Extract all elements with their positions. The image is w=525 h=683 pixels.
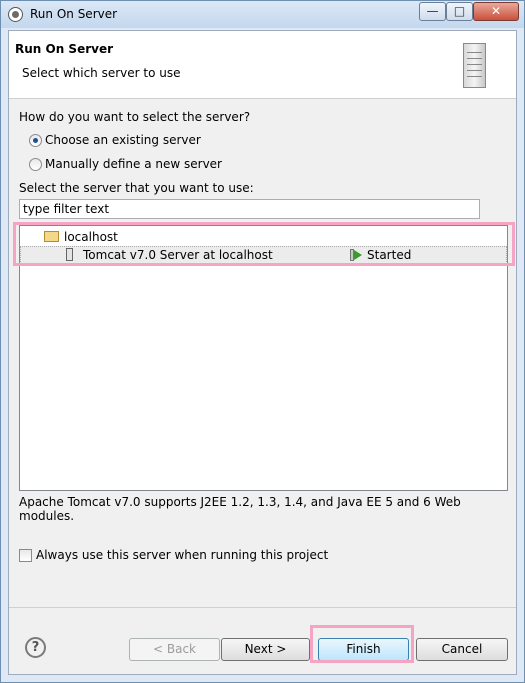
tree-node-localhost[interactable]: localhost (20, 228, 507, 246)
maximize-button[interactable]: □ (446, 2, 473, 21)
eclipse-app-icon (8, 7, 23, 22)
always-use-checkbox[interactable] (19, 549, 32, 562)
banner-title: Run On Server (15, 42, 114, 56)
run-on-server-dialog: Run On Server — □ ✕ Run On Server Select… (0, 0, 525, 683)
server-select-label: Select the server that you want to use: (19, 181, 254, 195)
help-icon[interactable]: ? (25, 637, 46, 658)
next-button[interactable]: Next > (221, 638, 310, 661)
title-bar[interactable]: Run On Server — □ ✕ (1, 1, 524, 28)
server-state: Started (367, 248, 412, 262)
server-banner-icon (463, 43, 486, 88)
back-button[interactable]: < Back (129, 638, 220, 661)
button-separator (9, 607, 516, 608)
host-label: localhost (64, 230, 118, 244)
choose-existing-label[interactable]: Choose an existing server (45, 133, 201, 147)
server-name: Tomcat v7.0 Server at localhost (83, 248, 273, 262)
manually-define-radio[interactable] (29, 158, 42, 171)
server-icon (66, 248, 73, 261)
dialog-body: Run On Server Select which server to use… (8, 30, 517, 675)
close-button[interactable]: ✕ (473, 2, 519, 21)
cancel-button[interactable]: Cancel (416, 638, 508, 661)
filter-input[interactable]: type filter text (19, 199, 480, 219)
finish-button[interactable]: Finish (318, 638, 409, 661)
minimize-button[interactable]: — (419, 2, 446, 21)
server-tree[interactable]: localhost Tomcat v7.0 Server at localhos… (19, 225, 508, 491)
always-use-label[interactable]: Always use this server when running this… (36, 548, 328, 562)
choose-existing-radio[interactable] (29, 134, 42, 147)
banner-subtitle: Select which server to use (22, 66, 181, 80)
started-icon (354, 250, 362, 260)
manually-define-label[interactable]: Manually define a new server (45, 157, 222, 171)
selection-method-question: How do you want to select the server? (19, 110, 251, 124)
server-description: Apache Tomcat v7.0 supports J2EE 1.2, 1.… (19, 495, 461, 523)
tree-node-tomcat-server[interactable]: Tomcat v7.0 Server at localhost Started (20, 246, 507, 264)
folder-icon (44, 231, 59, 242)
wizard-banner: Run On Server Select which server to use (9, 31, 516, 99)
window-title: Run On Server (30, 7, 118, 21)
